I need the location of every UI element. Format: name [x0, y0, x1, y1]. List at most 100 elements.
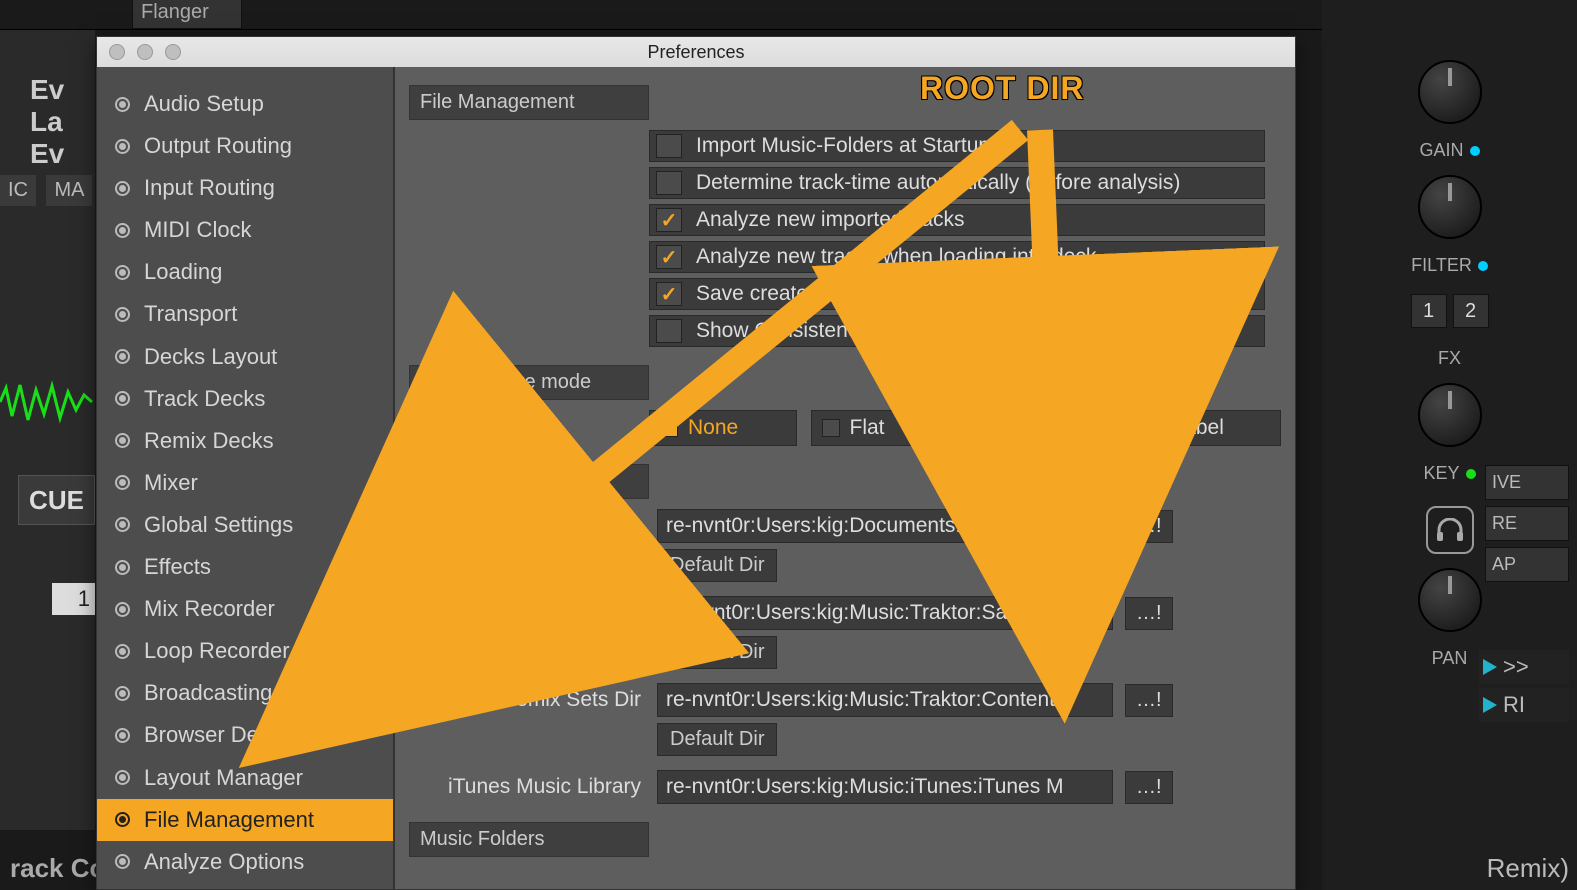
sidebar-item-label: Analyze Options	[144, 845, 304, 879]
radio-icon	[115, 602, 130, 617]
dir-input-remix-sets-dir[interactable]: re-nvnt0r:Users:kig:Music:Traktor:Conten…	[657, 683, 1113, 717]
tab-ic[interactable]: IC	[0, 175, 36, 206]
sidebar-item-label: Broadcasting	[144, 676, 272, 710]
hotcue-number[interactable]: 1	[52, 583, 95, 615]
partial-button-re[interactable]: RE	[1485, 506, 1569, 541]
sidebar-item-analyze-options[interactable]: Analyze Options	[97, 841, 393, 883]
track-album-line: Ev	[30, 138, 85, 170]
sidebar-item-mix-recorder[interactable]: Mix Recorder	[97, 588, 393, 630]
deck-tabs: IC MA	[0, 175, 98, 206]
filter-knob[interactable]	[1418, 175, 1482, 239]
sidebar-item-label: Effects	[144, 550, 211, 584]
file-structure-artist[interactable]: Artist	[972, 410, 1120, 446]
sidebar-item-effects[interactable]: Effects	[97, 546, 393, 588]
radio-icon	[115, 181, 130, 196]
sidebar-item-label: Transport	[144, 297, 237, 331]
tab-ma[interactable]: MA	[46, 175, 92, 206]
fx-assign-1[interactable]: 1	[1411, 294, 1447, 328]
sidebar-item-midi-clock[interactable]: MIDI Clock	[97, 209, 393, 251]
option-save-created-loops-and-samples[interactable]: ✓Save created Loops and Samples automati…	[649, 278, 1265, 310]
default-dir-button-sample-dir[interactable]: Default Dir	[657, 636, 777, 669]
sidebar-item-input-routing[interactable]: Input Routing	[97, 167, 393, 209]
remix-cell-play-2[interactable]: RI	[1479, 688, 1569, 722]
dir-input-sample-dir[interactable]: re-nvnt0r:Users:kig:Music:Traktor:Sample…	[657, 596, 1113, 630]
radio-icon	[115, 728, 130, 743]
section-header-file-management: File Management	[409, 85, 649, 120]
sidebar-item-audio-setup[interactable]: Audio Setup	[97, 83, 393, 125]
option-show-consistency-check-report-[interactable]: Show Consistency Check Report on Startup	[649, 315, 1265, 347]
sidebar-item-label: Output Routing	[144, 129, 292, 163]
sidebar-item-mixer[interactable]: Mixer	[97, 462, 393, 504]
file-structure-label[interactable]: Label	[1134, 410, 1282, 446]
checkbox-icon	[656, 319, 682, 343]
partial-button-ive[interactable]: IVE	[1485, 465, 1569, 500]
dir-label-itunes-music-library: iTunes Music Library	[409, 775, 645, 799]
sidebar-item-loading[interactable]: Loading	[97, 251, 393, 293]
mixer-channel-panel: GAIN FILTER 1 2 FX KEY PAN IVE RE AP >> …	[1322, 0, 1577, 890]
checkbox-icon: ✓	[656, 282, 682, 306]
browse-button-remix-sets-dir[interactable]: …!	[1125, 684, 1173, 717]
browse-button-itunes-music-library[interactable]: …!	[1125, 771, 1173, 804]
option-label: Import Music-Folders at Startup	[696, 134, 990, 158]
checkbox-icon	[656, 171, 682, 195]
default-dir-button-root-dir[interactable]: Default Dir	[657, 549, 777, 582]
radio-icon	[115, 686, 130, 701]
sidebar-item-label: MIDI Clock	[144, 213, 252, 247]
effect-selector[interactable]: Flanger	[132, 0, 242, 29]
sidebar-item-broadcasting[interactable]: Broadcasting	[97, 672, 393, 714]
sidebar-item-browser-details[interactable]: Browser Details	[97, 714, 393, 756]
dir-input-itunes-music-library[interactable]: re-nvnt0r:Users:kig:Music:iTunes:iTunes …	[657, 770, 1113, 804]
gain-knob[interactable]	[1418, 60, 1482, 124]
radio-icon	[115, 223, 130, 238]
file-structure-flat[interactable]: Flat	[811, 410, 959, 446]
checkbox-icon	[656, 134, 682, 158]
sidebar-item-global-settings[interactable]: Global Settings	[97, 504, 393, 546]
sidebar-item-label: Loading	[144, 255, 222, 289]
radio-icon	[983, 419, 1001, 437]
sidebar-item-label: Decks Layout	[144, 340, 277, 374]
sidebar-item-transport[interactable]: Transport	[97, 293, 393, 335]
fx-assign-2[interactable]: 2	[1453, 294, 1489, 328]
sidebar-item-track-decks[interactable]: Track Decks	[97, 378, 393, 420]
radio-label: None	[688, 416, 738, 440]
remix-cell-play-1[interactable]: >>	[1479, 650, 1569, 684]
sidebar-item-file-management[interactable]: File Management	[97, 799, 393, 841]
window-title: Preferences	[97, 42, 1295, 63]
key-knob[interactable]	[1418, 383, 1482, 447]
filter-label: FILTER	[1411, 255, 1488, 276]
annotation-label-rootdir: ROOT DIR	[920, 70, 1084, 107]
option-analyze-new-imported-tracks[interactable]: ✓Analyze new imported tracks	[649, 204, 1265, 236]
sidebar-item-loop-recorder[interactable]: Loop Recorder	[97, 630, 393, 672]
pan-knob[interactable]	[1418, 568, 1482, 632]
partial-button-ap[interactable]: AP	[1485, 547, 1569, 582]
headphone-cue-button[interactable]	[1426, 506, 1474, 554]
sidebar-item-decks-layout[interactable]: Decks Layout	[97, 336, 393, 378]
radio-icon	[1145, 419, 1163, 437]
radio-icon	[115, 475, 130, 490]
dir-input-root-dir[interactable]: re-nvnt0r:Users:kig:Documents:Native Ins…	[657, 509, 1113, 543]
sidebar-item-controller-manager[interactable]: Controller Manager	[97, 883, 393, 889]
sidebar-item-output-routing[interactable]: Output Routing	[97, 125, 393, 167]
remix-label: Remix)	[1487, 853, 1569, 884]
browse-button-root-dir[interactable]: …!	[1125, 510, 1173, 543]
radio-icon	[115, 854, 130, 869]
default-dir-button-remix-sets-dir[interactable]: Default Dir	[657, 723, 777, 756]
radio-icon	[115, 770, 130, 785]
browse-button-sample-dir[interactable]: …!	[1125, 597, 1173, 630]
option-label: Analyze new imported tracks	[696, 208, 964, 232]
sidebar-item-layout-manager[interactable]: Layout Manager	[97, 757, 393, 799]
option-import-music-folders-at-startu[interactable]: Import Music-Folders at Startup	[649, 130, 1265, 162]
sidebar-item-label: Global Settings	[144, 508, 293, 542]
radio-icon	[115, 265, 130, 280]
section-header-file-structure: File structure mode	[409, 365, 649, 400]
cue-button[interactable]: CUE	[18, 475, 95, 525]
radio-icon	[115, 812, 130, 827]
sidebar-item-label: Remix Decks	[144, 424, 274, 458]
sidebar-item-remix-decks[interactable]: Remix Decks	[97, 420, 393, 462]
sidebar-item-label: Audio Setup	[144, 87, 264, 121]
option-analyze-new-tracks-when-loadin[interactable]: ✓Analyze new tracks when loading into de…	[649, 241, 1265, 273]
option-determine-track-time-automatic[interactable]: Determine track-time automatically (befo…	[649, 167, 1265, 199]
track-title-line: Ev	[30, 74, 85, 106]
file-structure-none[interactable]: None	[649, 410, 797, 446]
dir-label-sample-dir: Sample Dir	[409, 601, 645, 625]
